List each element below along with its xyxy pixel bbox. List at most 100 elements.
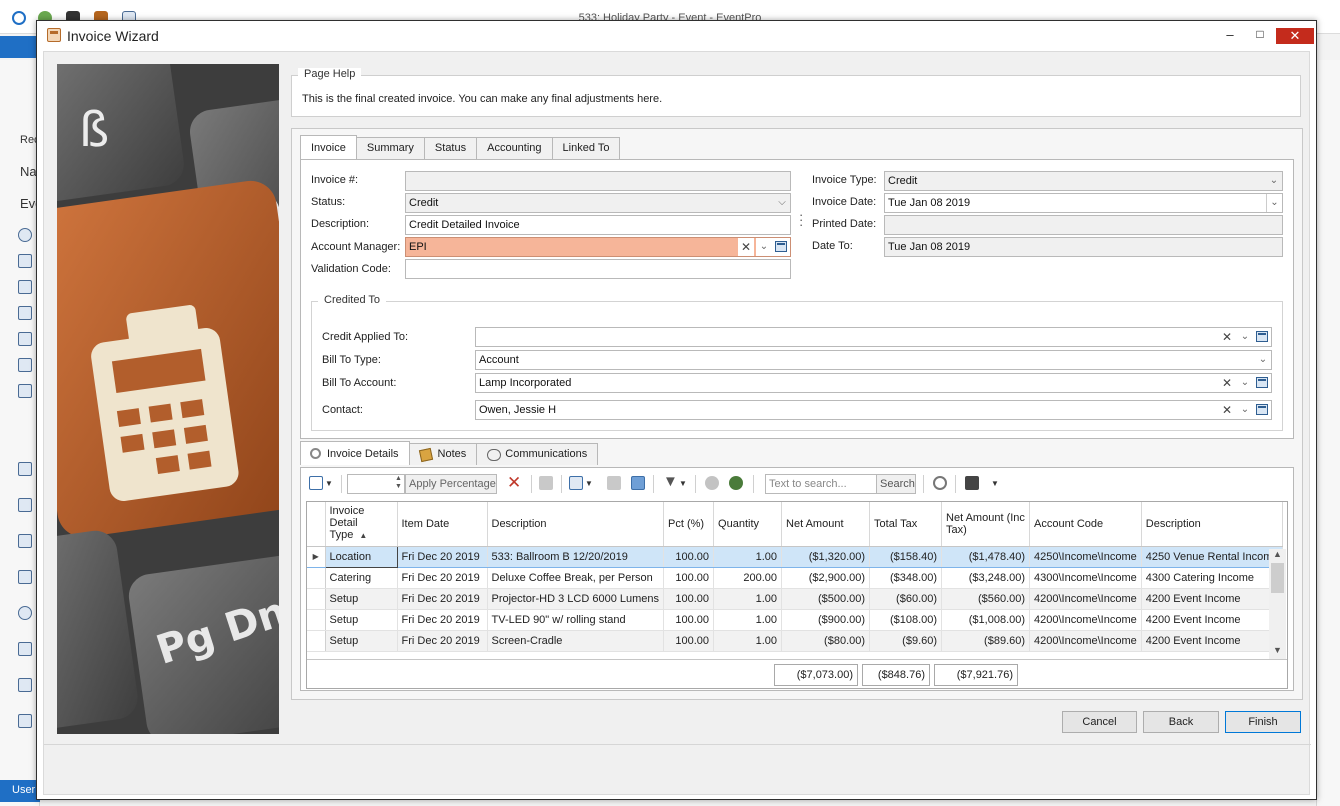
table-row[interactable]: Setup Fri Dec 20 2019 Screen-Cradle 100.… — [307, 630, 1284, 652]
column-header-item-date[interactable]: Item Date — [397, 502, 488, 547]
cell-quantity[interactable]: 200.00 — [713, 567, 783, 589]
delete-icon[interactable]: ✕ — [507, 473, 521, 492]
tab-communications[interactable]: Communications — [476, 443, 599, 465]
table-row[interactable]: Setup Fri Dec 20 2019 Projector-HD 3 LCD… — [307, 588, 1284, 610]
cell-account-description[interactable]: 4200 Event Income — [1141, 588, 1284, 610]
cell-net-amount[interactable]: ($2,900.00) — [781, 567, 871, 589]
cell-quantity[interactable]: 1.00 — [713, 609, 783, 631]
splitter-dots[interactable]: · · · — [799, 208, 803, 231]
chevron-down-icon[interactable]: ⌄ — [1237, 328, 1253, 346]
cell-net-inc-tax[interactable]: ($560.00) — [941, 588, 1031, 610]
cell-account-code[interactable]: 4300\Income\Income — [1029, 567, 1142, 589]
pin-icon[interactable] — [18, 498, 32, 512]
cell-account-description[interactable]: 4200 Event Income — [1141, 630, 1284, 652]
cell-detail-type[interactable]: Location — [324, 545, 398, 568]
cell-account-description[interactable]: 4200 Event Income — [1141, 609, 1284, 631]
chevron-down-icon[interactable]: ⌄ — [1266, 172, 1282, 190]
cell-pct[interactable]: 100.00 — [663, 588, 715, 610]
chevron-down-icon[interactable]: ⌵ — [774, 194, 790, 212]
lookup-icon[interactable] — [772, 238, 790, 256]
printed-date-field[interactable] — [884, 215, 1283, 235]
cell-net-inc-tax[interactable]: ($1,478.40) — [941, 545, 1031, 568]
cell-net-inc-tax[interactable]: ($89.60) — [941, 630, 1031, 652]
chevron-down-icon[interactable]: ⌄ — [756, 238, 772, 256]
tab-invoice-details[interactable]: Invoice Details — [300, 441, 410, 465]
clear-icon[interactable]: ✕ — [738, 238, 754, 256]
cell-description[interactable]: TV-LED 90" w/ rolling stand — [487, 609, 665, 631]
status-select[interactable]: Credit ⌵ — [405, 193, 791, 213]
invoice-number-field[interactable] — [405, 171, 791, 191]
cell-pct[interactable]: 100.00 — [663, 609, 715, 631]
tab-status[interactable]: Status — [423, 137, 478, 159]
clock-icon[interactable] — [18, 228, 32, 242]
cell-item-date[interactable]: Fri Dec 20 2019 — [397, 630, 488, 652]
lookup-icon[interactable] — [1253, 374, 1271, 392]
tab-notes[interactable]: Notes — [408, 443, 478, 465]
cell-description[interactable]: Screen-Cradle — [487, 630, 665, 652]
home-icon[interactable] — [18, 462, 32, 476]
disabled-circle-icon[interactable] — [705, 476, 719, 490]
list-icon[interactable] — [18, 714, 32, 728]
cell-net-amount[interactable]: ($80.00) — [781, 630, 871, 652]
back-button[interactable]: Back — [1143, 711, 1219, 733]
close-button[interactable]: ✕ — [1276, 28, 1314, 44]
new-dropdown-icon[interactable]: ▼ — [325, 479, 333, 497]
move-icon[interactable] — [607, 476, 621, 490]
cancel-button[interactable]: Cancel — [1062, 711, 1137, 733]
history-icon[interactable] — [729, 476, 743, 490]
clear-icon[interactable]: ✕ — [1219, 374, 1235, 392]
tab-accounting[interactable]: Accounting — [476, 137, 553, 159]
percentage-spinner[interactable]: ▲ ▼ — [395, 475, 402, 493]
binoculars-icon[interactable] — [18, 280, 32, 294]
column-header-pct[interactable]: Pct (%) — [663, 502, 715, 547]
column-header-account-description[interactable]: Description — [1141, 502, 1284, 547]
chevron-down-icon[interactable]: ⌄ — [1266, 194, 1282, 212]
table-row[interactable]: Setup Fri Dec 20 2019 TV-LED 90" w/ roll… — [307, 609, 1284, 631]
cell-net-inc-tax[interactable]: ($1,008.00) — [941, 609, 1031, 631]
cell-description[interactable]: Deluxe Coffee Break, per Person — [487, 567, 665, 589]
calendar-icon[interactable] — [18, 358, 32, 372]
invoice-date-field[interactable]: Tue Jan 08 2019 ⌄ — [884, 193, 1283, 213]
column-header-detail-type[interactable]: Invoice Detail Type ▲ — [325, 502, 398, 547]
credit-applied-to-field[interactable]: ✕ ⌄ — [475, 327, 1272, 347]
cell-pct[interactable]: 100.00 — [663, 545, 715, 568]
column-header-description[interactable]: Description — [487, 502, 665, 547]
lookup-icon[interactable] — [1253, 401, 1271, 419]
minimize-button[interactable]: – — [1220, 27, 1240, 45]
bill-to-type-select[interactable]: Account ⌄ — [475, 350, 1272, 370]
grid-vertical-scrollbar[interactable]: ▲ ▼ — [1269, 549, 1286, 659]
cell-net-amount[interactable]: ($1,320.00) — [781, 545, 871, 568]
clear-icon[interactable]: ✕ — [1219, 328, 1235, 346]
cell-item-date[interactable]: Fri Dec 20 2019 — [397, 567, 488, 589]
binoculars-icon[interactable] — [18, 254, 32, 268]
cell-account-description[interactable]: 4300 Catering Income — [1141, 567, 1284, 589]
description-field[interactable]: Credit Detailed Invoice — [405, 215, 791, 235]
finish-button[interactable]: Finish — [1225, 711, 1301, 733]
cell-account-code[interactable]: 4200\Income\Income — [1029, 588, 1142, 610]
chevron-down-icon[interactable]: ⌄ — [1255, 351, 1271, 369]
cell-item-date[interactable]: Fri Dec 20 2019 — [397, 609, 488, 631]
date-to-field[interactable]: Tue Jan 08 2019 — [884, 237, 1283, 257]
cell-total-tax[interactable]: ($108.00) — [869, 609, 943, 631]
print-preview-icon[interactable] — [539, 476, 553, 490]
filter-dropdown-icon[interactable]: ▼ — [679, 479, 687, 497]
column-header-total-tax[interactable]: Total Tax — [869, 502, 943, 547]
export-icon[interactable] — [631, 476, 645, 490]
tab-linked-to[interactable]: Linked To — [551, 137, 621, 159]
contact-field[interactable]: Owen, Jessie H ✕ ⌄ — [475, 400, 1272, 420]
cell-item-date[interactable]: Fri Dec 20 2019 — [397, 545, 488, 568]
tab-summary[interactable]: Summary — [355, 137, 425, 159]
new-document-icon[interactable] — [309, 476, 323, 490]
maximize-button[interactable]: □ — [1250, 27, 1270, 45]
cell-detail-type[interactable]: Catering — [325, 567, 398, 589]
speech-bubble-icon[interactable] — [18, 606, 32, 620]
cell-description[interactable]: 533: Ballroom B 12/20/2019 — [487, 545, 665, 568]
column-header-account-code[interactable]: Account Code — [1029, 502, 1142, 547]
clipboard-icon[interactable] — [18, 642, 32, 656]
find-icon[interactable] — [933, 476, 947, 490]
cell-quantity[interactable]: 1.00 — [713, 588, 783, 610]
column-header-net-amount[interactable]: Net Amount — [781, 502, 871, 547]
chevron-down-icon[interactable]: ⌄ — [1237, 401, 1253, 419]
column-header-quantity[interactable]: Quantity — [713, 502, 783, 547]
scroll-down-icon[interactable]: ▼ — [1269, 645, 1286, 655]
